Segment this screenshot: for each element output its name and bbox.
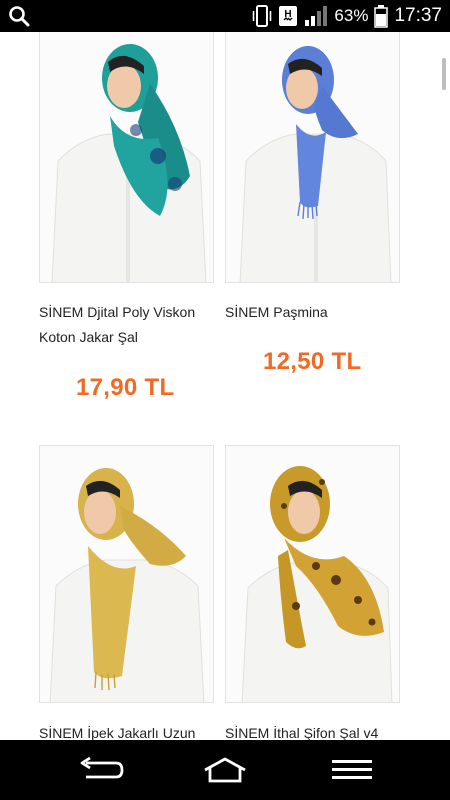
signal-icon	[305, 6, 328, 26]
menu-icon	[332, 760, 372, 779]
menu-button[interactable]	[322, 750, 382, 790]
product-image[interactable]	[225, 445, 400, 703]
home-icon	[204, 757, 246, 783]
status-bar: H 63% 17:37	[0, 0, 450, 32]
battery-icon	[374, 5, 389, 28]
battery-percent: 63%	[334, 6, 369, 25]
navigation-bar	[0, 740, 450, 800]
product-title[interactable]: SİNEM İthal Şifon Şal v4	[225, 721, 405, 740]
back-icon	[80, 757, 124, 779]
product-title[interactable]: SİNEM İpek Jakarlı Uzun	[39, 721, 219, 740]
product-title[interactable]: SİNEM Paşmina	[225, 300, 405, 325]
product-image[interactable]	[225, 32, 400, 283]
clock: 17:37	[394, 5, 442, 26]
back-button[interactable]	[70, 750, 130, 790]
scrollbar[interactable]	[442, 58, 446, 90]
home-button[interactable]	[195, 750, 255, 790]
product-title[interactable]: SİNEM Djital Poly Viskon Koton Jakar Şal	[39, 300, 219, 350]
search-icon[interactable]	[8, 5, 30, 27]
product-price: 12,50 TL	[263, 348, 362, 375]
vibrate-icon	[253, 5, 272, 27]
product-image[interactable]	[39, 445, 214, 703]
product-image[interactable]	[39, 32, 214, 283]
product-price: 17,90 TL	[76, 374, 175, 401]
product-grid: SİNEM Djital Poly Viskon Koton Jakar Şal…	[0, 32, 450, 740]
network-type-icon: H	[279, 6, 298, 26]
